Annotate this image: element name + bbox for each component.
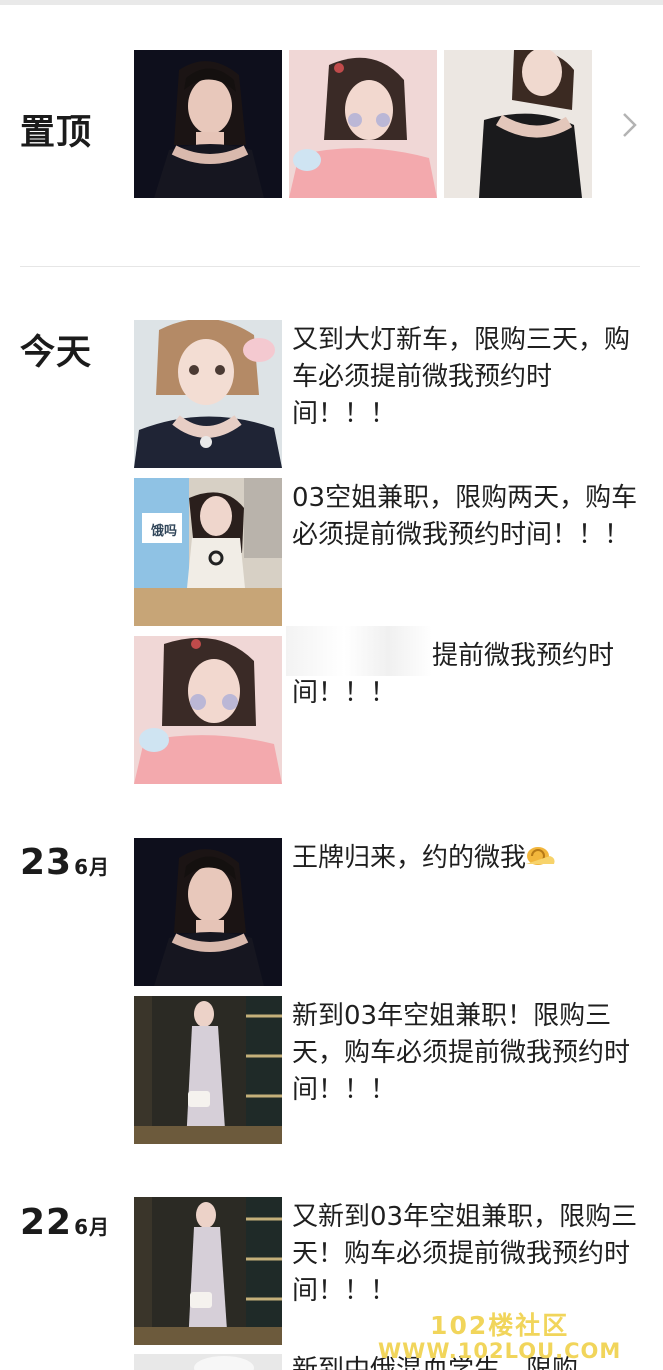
date-day: 22 (20, 1202, 73, 1243)
watermark-url: WWW.102LOU.COM (378, 1339, 622, 1363)
today-label: 今天 (20, 333, 93, 373)
site-watermark: 102楼社区 WWW.102LOU.COM (378, 1311, 622, 1363)
date-label-22: 22 6月 (20, 1202, 110, 1243)
post-text-4: 王牌归来，约的微我 (292, 840, 640, 877)
post-text-3: 提前微我预约时间！！！ (292, 641, 615, 708)
post-photo-3[interactable] (134, 636, 282, 784)
post-text-6: 又新到03年空姐兼职，限购三天！购车必须提前微我预约时间！！！ (292, 1202, 638, 1306)
chevron-right-icon[interactable] (620, 110, 640, 140)
pinned-photo-3[interactable] (444, 50, 592, 198)
post-text-5: 新到03年空姐兼职！限购三天，购车必须提前微我预约时间！！！ (292, 1001, 631, 1105)
watermark-title: 102楼社区 (430, 1311, 570, 1340)
post-photo-4[interactable] (134, 838, 282, 986)
date-day: 23 (20, 842, 73, 883)
pinned-label: 置顶 (20, 113, 93, 153)
post-text-4-content: 王牌归来，约的微我 (292, 843, 527, 873)
pinned-photo-2[interactable] (289, 50, 437, 198)
date-month: 6月 (74, 855, 111, 879)
post-photo-5[interactable] (134, 996, 282, 1144)
post-photo-1[interactable] (134, 320, 282, 468)
post-text-1: 又到大灯新车，限购三天，购车必须提前微我预约时间！！！ (292, 325, 631, 429)
photo-sign-text: 饿吗 (151, 524, 178, 539)
snail-emoji-icon (526, 840, 556, 877)
date-month: 6月 (74, 1215, 111, 1239)
post-photo-7[interactable] (134, 1354, 282, 1370)
top-edge-bar (0, 0, 663, 5)
date-label-23: 23 6月 (20, 842, 110, 883)
post-photo-6[interactable] (134, 1197, 282, 1345)
pinned-photo-1[interactable] (134, 50, 282, 198)
section-divider (20, 266, 640, 267)
post-text-2: 03空姐兼职，限购两天，购车必须提前微我预约时间！！！ (292, 483, 638, 550)
post-photo-2[interactable] (134, 478, 282, 626)
